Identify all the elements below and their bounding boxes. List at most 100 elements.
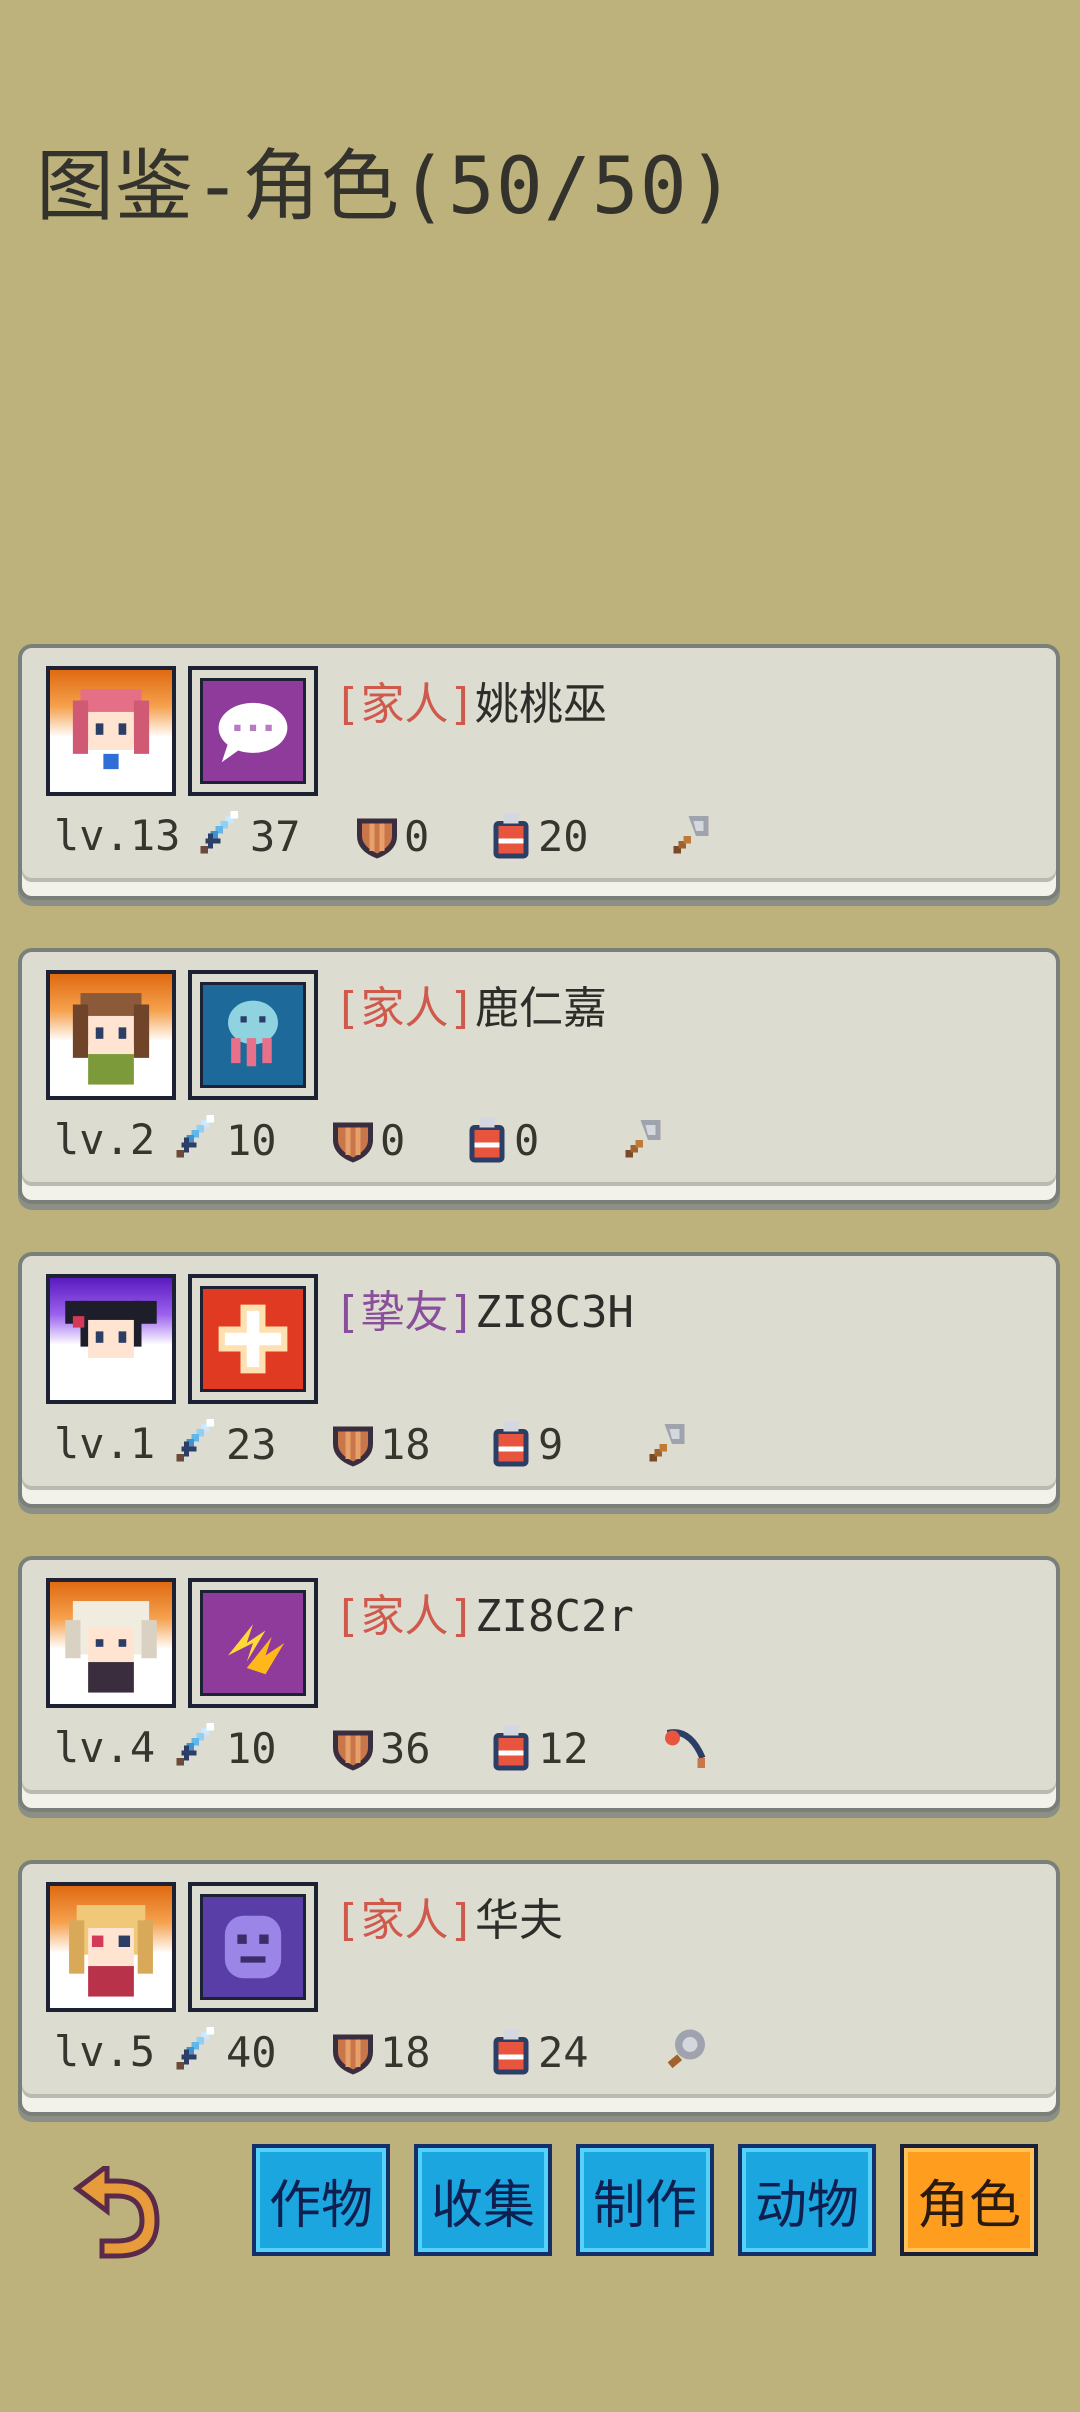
defense-value: 18 <box>380 1419 431 1469</box>
level-label: lv.2 <box>54 1115 156 1164</box>
backpack-icon <box>486 1723 536 1773</box>
character-name: ZI8C2r <box>474 1591 634 1642</box>
character-card[interactable]: [家人]姚桃巫 lv.13 37 0 20 <box>18 644 1060 900</box>
defense-stat: 36 <box>328 1721 431 1775</box>
sword-icon <box>174 1115 224 1165</box>
skill-badge <box>188 1882 318 2012</box>
tool-stat <box>666 809 716 863</box>
backpack-value: 9 <box>538 1419 564 1469</box>
skill-badge <box>188 1578 318 1708</box>
level-label: lv.4 <box>54 1723 156 1772</box>
skill-badge <box>188 666 318 796</box>
attack-value: 10 <box>226 1115 277 1165</box>
backpack-stat: 9 <box>486 1417 563 1471</box>
defense-stat: 18 <box>328 2025 431 2079</box>
defense-stat: 18 <box>328 1417 431 1471</box>
skill-badge <box>188 970 318 1100</box>
backpack-icon <box>462 1115 512 1165</box>
backpack-value: 12 <box>538 1723 589 1773</box>
squid-icon <box>228 1000 278 1067</box>
heal-cross-icon <box>218 1304 288 1374</box>
tool-stat <box>642 1417 692 1471</box>
shield-icon <box>352 811 402 861</box>
attack-value: 40 <box>226 2027 277 2077</box>
pink-hair-girl-icon <box>72 689 150 781</box>
defense-value: 18 <box>380 2027 431 2077</box>
tab-collection[interactable]: 收集 <box>414 2144 552 2256</box>
character-portrait <box>46 1882 176 2012</box>
backpack-stat: 24 <box>486 2025 589 2079</box>
tab-animals[interactable]: 动物 <box>738 2144 876 2256</box>
character-name-line: [挚友]ZI8C3H <box>334 1276 634 1340</box>
character-card[interactable]: [挚友]ZI8C3H lv.1 23 18 9 <box>18 1252 1060 1508</box>
defense-value: 36 <box>380 1723 431 1773</box>
character-card[interactable]: [家人]华夫 lv.5 40 18 24 <box>18 1860 1060 2116</box>
character-portrait <box>46 970 176 1100</box>
backpack-value: 0 <box>514 1115 540 1165</box>
stats-row: lv.1 23 18 9 <box>22 1411 1056 1471</box>
character-portrait <box>46 1274 176 1404</box>
stats-row: lv.4 10 36 12 <box>22 1715 1056 1775</box>
attack-stat: 10 <box>174 1721 277 1775</box>
tool-stat <box>618 1113 668 1167</box>
tab-characters[interactable]: 角色 <box>900 2144 1038 2256</box>
tab-crops[interactable]: 作物 <box>252 2144 390 2256</box>
attack-stat: 10 <box>174 1113 277 1167</box>
character-list: [家人] 姚桃巫 lv.13 37 0 20 [家人]鹿仁嘉 lv.2 10 0 … <box>18 644 1060 2164</box>
level-label: lv.1 <box>54 1419 156 1468</box>
blonde-hair-character-icon <box>69 1905 153 1997</box>
sword-icon <box>174 1723 224 1773</box>
shield-icon <box>328 1419 378 1469</box>
attack-value: 10 <box>226 1723 277 1773</box>
shield-icon <box>328 2027 378 2077</box>
axe-icon <box>666 811 716 861</box>
character-name-line: [家人]鹿仁嘉 <box>334 972 607 1036</box>
tool-stat <box>660 2025 710 2079</box>
skill-badge <box>188 1274 318 1404</box>
axe-icon <box>618 1115 668 1165</box>
relation-tag: [家人] <box>334 1895 475 1946</box>
attack-stat: 40 <box>174 2025 277 2079</box>
backpack-icon <box>486 811 536 861</box>
lightning-claw-icon <box>228 1624 285 1675</box>
backpack-icon <box>486 1419 536 1469</box>
axe-icon <box>642 1419 692 1469</box>
stats-row: lv.5 40 18 24 <box>22 2019 1056 2079</box>
relation-tag: [挚友] <box>334 1287 475 1338</box>
backpack-icon <box>486 2027 536 2077</box>
character-card[interactable]: [家人]鹿仁嘉 lv.2 10 0 0 <box>18 948 1060 1204</box>
bun-hair-girl-icon <box>65 1300 157 1389</box>
ghost-face-icon <box>224 1915 282 1979</box>
backpack-stat: 0 <box>462 1113 539 1167</box>
defense-value: 0 <box>380 1115 406 1165</box>
character-name-line: [家人]ZI8C2r <box>334 1580 634 1644</box>
character-name: ZI8C3H <box>474 1287 634 1338</box>
bottom-navigation: 作物 收集 制作 动物 角色 <box>0 2140 1080 2270</box>
shield-icon <box>328 1723 378 1773</box>
relation-tag: [家人] <box>334 1591 475 1642</box>
level-label: lv.13 <box>54 811 181 860</box>
character-name-line: [家人]华夫 <box>334 1884 563 1948</box>
character-card[interactable]: [家人]ZI8C2r lv.4 10 36 12 <box>18 1556 1060 1812</box>
defense-value: 0 <box>404 811 430 861</box>
character-portrait <box>46 666 176 796</box>
tool-stat <box>660 1721 710 1775</box>
character-name: 鹿仁嘉 <box>474 983 607 1034</box>
backpack-stat: 12 <box>486 1721 589 1775</box>
shovel-icon <box>660 2027 710 2077</box>
tab-crafting[interactable]: 制作 <box>576 2144 714 2256</box>
attack-stat: 23 <box>174 1417 277 1471</box>
white-hair-character-icon <box>65 1601 157 1693</box>
character-name: 姚桃巫 <box>474 679 607 730</box>
attack-stat: 37 <box>198 809 301 863</box>
back-button[interactable] <box>62 2161 172 2266</box>
sword-icon <box>174 2027 224 2077</box>
backpack-stat: 20 <box>486 809 589 863</box>
fishing-rod-icon <box>660 1723 710 1773</box>
sword-icon <box>198 811 248 861</box>
attack-value: 23 <box>226 1419 277 1469</box>
shield-icon <box>328 1115 378 1165</box>
backpack-value: 24 <box>538 2027 589 2077</box>
sword-icon <box>174 1419 224 1469</box>
brown-hair-girl-icon <box>72 993 150 1085</box>
